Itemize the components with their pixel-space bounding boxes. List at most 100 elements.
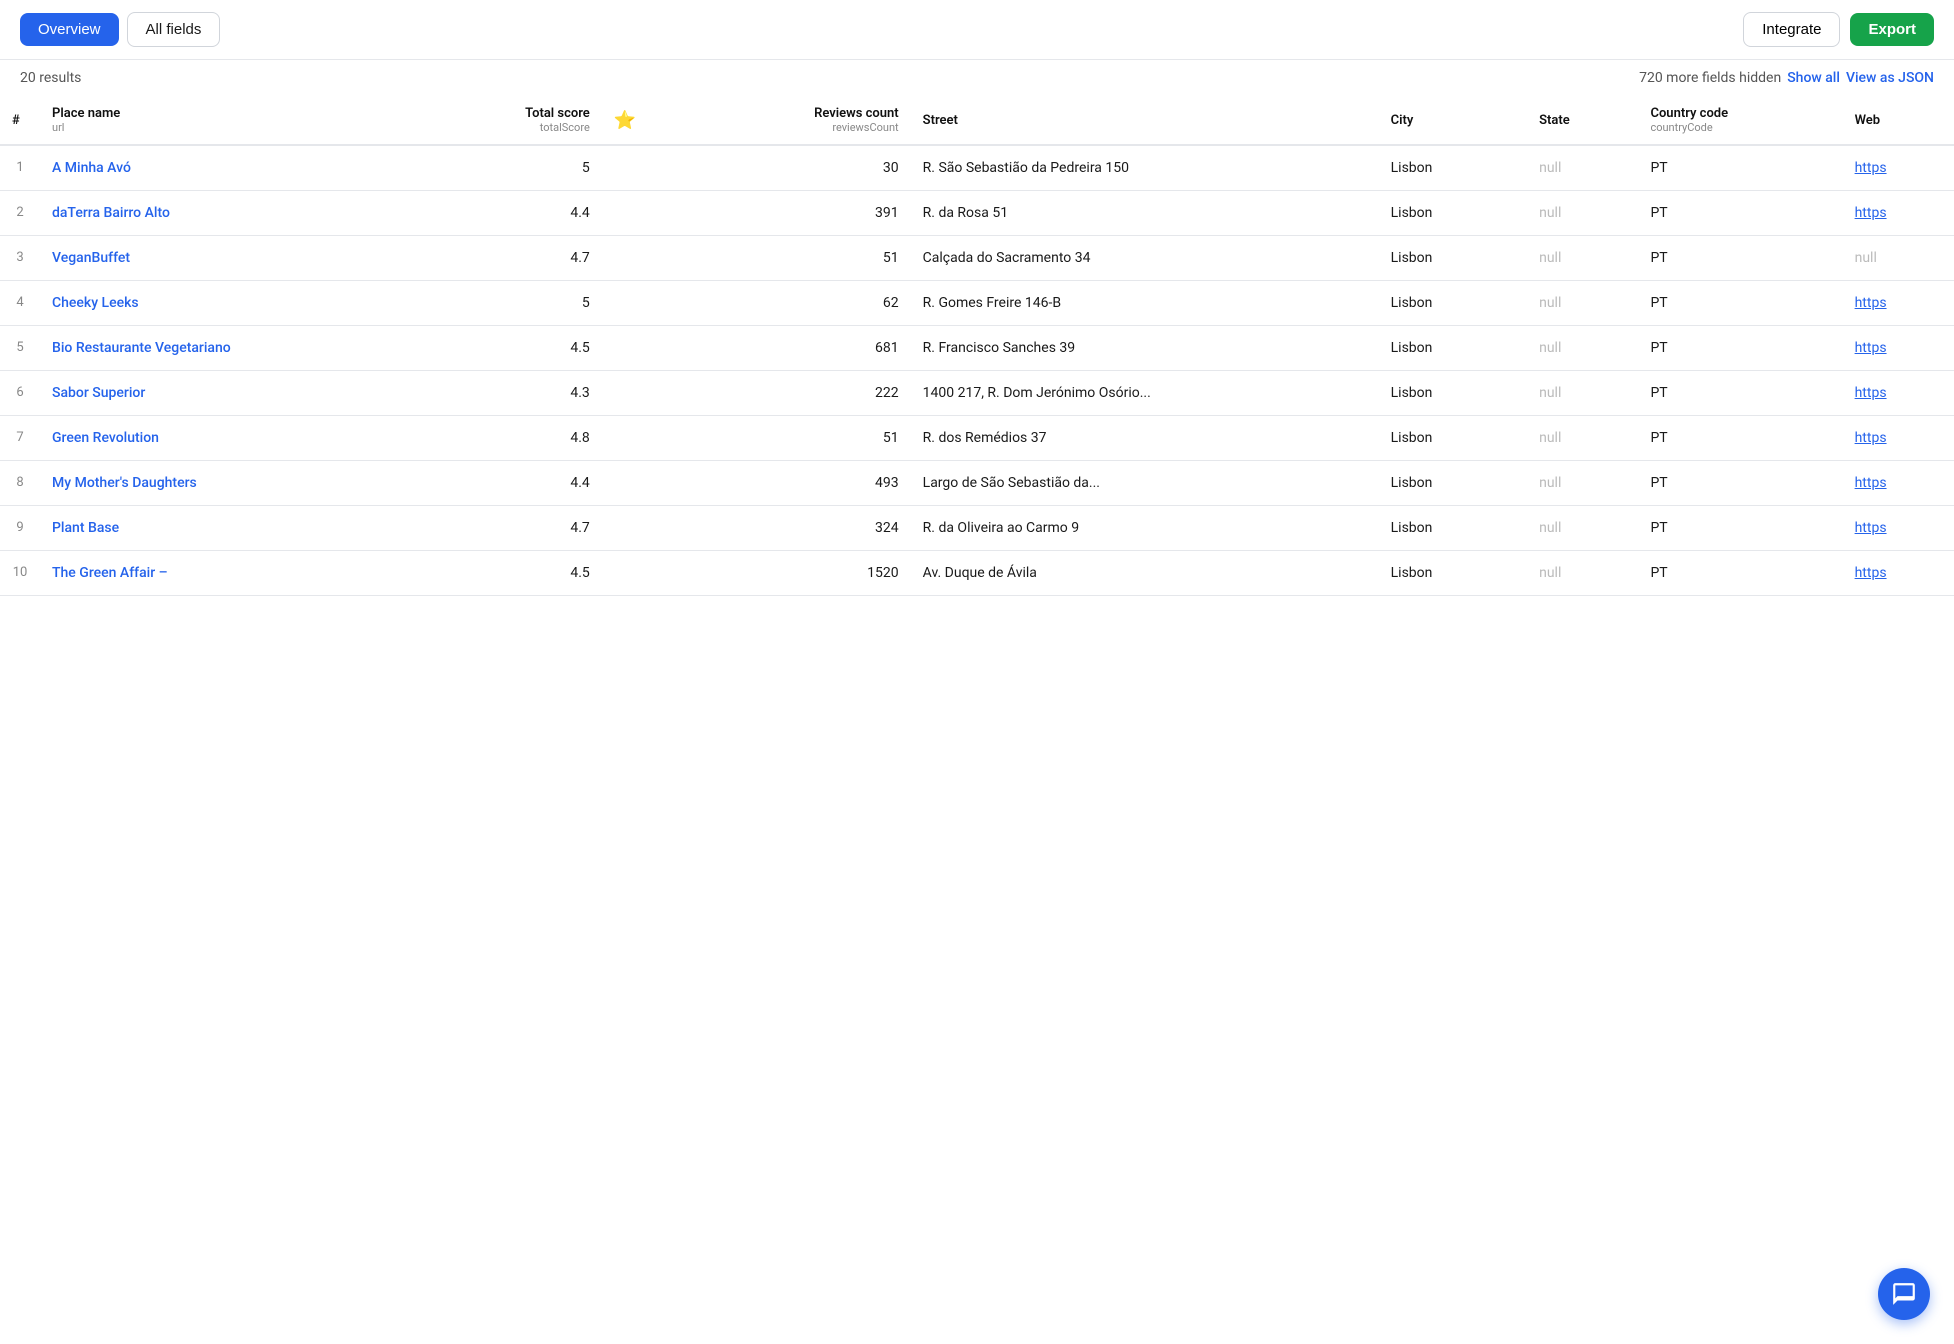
cell-num: 6 (0, 371, 40, 416)
cell-city: Lisbon (1379, 416, 1527, 461)
table-row: 10 The Green Affair – 4.5 1520 Av. Duque… (0, 551, 1954, 596)
cell-reviews: 51 (688, 236, 911, 281)
col-header-street: Street (911, 96, 1379, 145)
cell-state: null (1527, 461, 1638, 506)
place-name-link[interactable]: The Green Affair – (52, 565, 168, 581)
cell-state: null (1527, 236, 1638, 281)
cell-state: null (1527, 281, 1638, 326)
web-link[interactable]: https (1855, 475, 1887, 491)
cell-place-name: The Green Affair – (40, 551, 416, 596)
place-name-link[interactable]: A Minha Avó (52, 160, 131, 176)
cell-state: null (1527, 416, 1638, 461)
cell-state: null (1527, 506, 1638, 551)
cell-num: 7 (0, 416, 40, 461)
cell-num: 2 (0, 191, 40, 236)
place-name-link[interactable]: Sabor Superior (52, 385, 145, 401)
col-header-score-sub: totalScore (428, 121, 590, 134)
cell-star-empty (602, 461, 688, 506)
cell-city: Lisbon (1379, 506, 1527, 551)
place-name-link[interactable]: daTerra Bairro Alto (52, 205, 170, 221)
col-header-reviews: Reviews count reviewsCount (688, 96, 911, 145)
place-name-link[interactable]: Bio Restaurante Vegetariano (52, 340, 231, 356)
cell-state: null (1527, 191, 1638, 236)
cell-country: PT (1638, 506, 1842, 551)
cell-score: 4.7 (416, 236, 602, 281)
place-name-link[interactable]: My Mother's Daughters (52, 475, 197, 491)
web-link[interactable]: https (1855, 340, 1887, 356)
cell-state: null (1527, 326, 1638, 371)
cell-star-empty (602, 551, 688, 596)
cell-star-empty (602, 326, 688, 371)
col-header-web: Web (1843, 96, 1954, 145)
cell-state: null (1527, 551, 1638, 596)
col-header-score: Total score totalScore (416, 96, 602, 145)
cell-reviews: 62 (688, 281, 911, 326)
top-bar-actions: Integrate Export (1743, 12, 1934, 47)
cell-num: 3 (0, 236, 40, 281)
cell-street: R. Francisco Sanches 39 (911, 326, 1379, 371)
cell-num: 8 (0, 461, 40, 506)
cell-street: Largo de São Sebastião da... (911, 461, 1379, 506)
cell-country: PT (1638, 191, 1842, 236)
cell-city: Lisbon (1379, 326, 1527, 371)
cell-num: 10 (0, 551, 40, 596)
cell-score: 5 (416, 145, 602, 191)
cell-star-empty (602, 371, 688, 416)
web-link[interactable]: https (1855, 430, 1887, 446)
cell-city: Lisbon (1379, 145, 1527, 191)
cell-web: https (1843, 461, 1954, 506)
tab-all-fields[interactable]: All fields (127, 12, 221, 47)
cell-score: 4.4 (416, 461, 602, 506)
place-name-link[interactable]: Cheeky Leeks (52, 295, 139, 311)
cell-country: PT (1638, 371, 1842, 416)
place-name-link[interactable]: VeganBuffet (52, 250, 130, 266)
cell-state: null (1527, 145, 1638, 191)
cell-place-name: Sabor Superior (40, 371, 416, 416)
cell-street: R. Gomes Freire 146-B (911, 281, 1379, 326)
integrate-button[interactable]: Integrate (1743, 12, 1840, 47)
table-row: 6 Sabor Superior 4.3 222 1400 217, R. Do… (0, 371, 1954, 416)
tab-overview[interactable]: Overview (20, 13, 119, 46)
cell-star-empty (602, 506, 688, 551)
chat-button[interactable] (1878, 1268, 1930, 1320)
cell-place-name: Plant Base (40, 506, 416, 551)
table-row: 8 My Mother's Daughters 4.4 493 Largo de… (0, 461, 1954, 506)
cell-score: 4.7 (416, 506, 602, 551)
table-row: 1 A Minha Avó 5 30 R. São Sebastião da P… (0, 145, 1954, 191)
cell-star-empty (602, 191, 688, 236)
cell-street: R. da Oliveira ao Carmo 9 (911, 506, 1379, 551)
cell-score: 4.4 (416, 191, 602, 236)
cell-country: PT (1638, 145, 1842, 191)
web-link[interactable]: https (1855, 160, 1887, 176)
cell-country: PT (1638, 281, 1842, 326)
export-button[interactable]: Export (1850, 13, 1934, 46)
cell-country: PT (1638, 416, 1842, 461)
cell-country: PT (1638, 236, 1842, 281)
cell-reviews: 493 (688, 461, 911, 506)
web-link[interactable]: https (1855, 565, 1887, 581)
place-name-link[interactable]: Green Revolution (52, 430, 159, 446)
cell-street: R. da Rosa 51 (911, 191, 1379, 236)
col-header-num: # (0, 96, 40, 145)
web-link[interactable]: https (1855, 205, 1887, 221)
col-header-place-sub: url (52, 121, 404, 134)
cell-score: 4.5 (416, 551, 602, 596)
cell-place-name: A Minha Avó (40, 145, 416, 191)
view-as-json-link[interactable]: View as JSON (1846, 70, 1934, 86)
cell-num: 5 (0, 326, 40, 371)
place-name-link[interactable]: Plant Base (52, 520, 119, 536)
table-header-row: # Place name url Total score totalScore … (0, 96, 1954, 145)
cell-web: https (1843, 551, 1954, 596)
col-header-city: City (1379, 96, 1527, 145)
web-link[interactable]: https (1855, 385, 1887, 401)
web-link[interactable]: https (1855, 520, 1887, 536)
cell-country: PT (1638, 551, 1842, 596)
show-all-link[interactable]: Show all (1787, 70, 1840, 86)
web-link[interactable]: https (1855, 295, 1887, 311)
table-row: 3 VeganBuffet 4.7 51 Calçada do Sacramen… (0, 236, 1954, 281)
results-table: # Place name url Total score totalScore … (0, 96, 1954, 596)
cell-web: https (1843, 191, 1954, 236)
cell-city: Lisbon (1379, 236, 1527, 281)
cell-reviews: 324 (688, 506, 911, 551)
cell-star-empty (602, 281, 688, 326)
